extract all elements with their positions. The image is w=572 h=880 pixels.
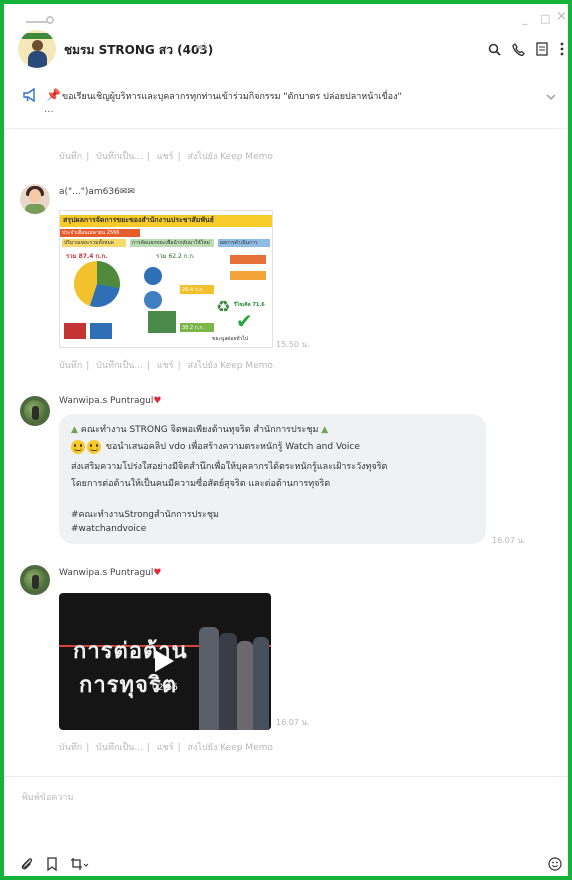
infographic-col3: ผลการดำเนินการ: [218, 239, 270, 247]
leaf-icon: ▲: [321, 425, 329, 435]
chat-header: ชมรม STRONG สว (403) ◄): [4, 26, 568, 78]
text-message-bubble[interactable]: ▲ คณะทำงาน STRONG จิตพอเพียงต้านทุจริต ส…: [59, 414, 486, 544]
drag-handle-icon[interactable]: [46, 16, 54, 24]
video-message[interactable]: การต่อต้าน การทุจริต 02:55: [59, 593, 271, 730]
hashtag[interactable]: #คณะทำงานStrongสำนักการประชุม: [71, 507, 219, 521]
group-avatar[interactable]: [18, 30, 56, 68]
pie-chart-graphic: [74, 261, 120, 307]
chevron-down-icon[interactable]: [546, 90, 556, 103]
action-keep-memo[interactable]: ส่งไปยัง Keep Memo: [188, 743, 273, 753]
avatar[interactable]: [20, 396, 50, 426]
infographic-value2: 38.2 ก.ก.: [180, 323, 214, 332]
action-save[interactable]: บันทึก: [59, 743, 82, 753]
infographic-subtitle: ประจำเดือนเมษายน 2566: [60, 229, 140, 237]
action-keep-memo[interactable]: ส่งไปยัง Keep Memo: [188, 152, 273, 162]
notes-icon[interactable]: [534, 41, 550, 57]
paperclip-icon[interactable]: [20, 857, 34, 875]
checkmark-icon: ✔: [236, 309, 253, 333]
speaker-muted-icon: ◄): [194, 40, 207, 53]
sender-name[interactable]: Wanwipa.s Puntragul♥: [59, 568, 161, 578]
action-share[interactable]: แชร์: [157, 743, 174, 753]
infographic-blue-tag: [90, 323, 112, 339]
action-share[interactable]: แชร์: [157, 152, 174, 162]
avatar[interactable]: [20, 184, 50, 214]
maximize-button[interactable]: □: [540, 12, 550, 25]
smile-emoji-icon: [71, 439, 85, 454]
image-message[interactable]: สรุปผลการจัดการขยะของสำนักงานประชาสัมพัน…: [59, 210, 273, 348]
infographic-recycle-label: รีไซเคิล 71.6: [234, 302, 265, 308]
recycle-icon: ♻: [216, 297, 231, 316]
pin-icon: 📌: [46, 88, 61, 102]
phone-icon[interactable]: [510, 41, 526, 57]
group-name[interactable]: ชมรม STRONG สว (403): [64, 41, 213, 60]
smile-emoji-icon: [87, 439, 101, 454]
emoji-icon[interactable]: [548, 857, 562, 875]
message-actions: บันทึก | บันทึกเป็น... | แชร์ | ส่งไปยัง Ke…: [59, 361, 273, 371]
message-line: ส่งเสริมความโปร่งใสอย่างมีจิตสำนึกเพื่อใ…: [71, 462, 388, 472]
infographic-orange-box: [230, 255, 266, 264]
title-bar: _ □ ×: [4, 4, 568, 26]
announcement-text[interactable]: ขอเรียนเชิญผู้บริหารและบุคลากรทุกท่านเข้…: [62, 89, 402, 103]
message-line: ▲ คณะทำงาน STRONG จิตพอเพียงต้านทุจริต ส…: [71, 425, 329, 435]
message-line: ขอนำเสนอคลิป vdo เพื่อสร้างความตระหนักรู…: [71, 439, 360, 454]
megaphone-icon: [22, 87, 38, 106]
message-composer[interactable]: พิมพ์ข้อความ: [4, 776, 568, 876]
heart-icon: ♥: [153, 396, 162, 406]
close-button[interactable]: ×: [556, 9, 567, 24]
action-save-as[interactable]: บันทึกเป็น...: [96, 743, 143, 753]
play-icon[interactable]: [155, 650, 174, 672]
infographic-amount-recycle: รวม 62.2 ก.ก.: [156, 253, 195, 260]
person-figure: [199, 627, 219, 730]
crop-icon[interactable]: [70, 857, 90, 875]
infographic-value1: 26.4 ก.ก.: [180, 285, 214, 294]
video-duration: 02:55: [152, 683, 178, 693]
sender-name[interactable]: a("...")am636✉✉: [59, 187, 135, 197]
message-line: โดยการต่อต้านให้เป็นคนมีความซื่อสัตย์สุจ…: [71, 479, 331, 489]
announcement-bar[interactable]: 📌 ขอเรียนเชิญผู้บริหารและบุคลากรทุกท่านเ…: [4, 78, 568, 129]
avatar[interactable]: [20, 565, 50, 595]
infographic-col1: ปริมาณขยะรวมทั้งหมด: [62, 239, 126, 247]
message-actions: บันทึก | บันทึกเป็น... | แชร์ | ส่งไปยัง Ke…: [59, 743, 273, 753]
person-figure: [237, 641, 253, 730]
message-time: 15.50 น.: [276, 340, 310, 349]
chat-window: _ □ × ชมรม STRONG สว (403) ◄) 📌 ขอเรียนเ…: [0, 0, 572, 880]
heart-icon: ♥: [153, 568, 162, 578]
infographic-amount-total: รวม 87.4 ก.ก.: [66, 253, 108, 260]
bookmark-icon[interactable]: [46, 857, 58, 875]
infographic-orange-box: [230, 271, 266, 280]
infographic-footer: ขยะมูลฝอยทั่วไป: [212, 336, 249, 342]
photo-thumbnail: [148, 311, 176, 333]
sender-name[interactable]: Wanwipa.s Puntragul♥: [59, 396, 161, 406]
search-icon[interactable]: [486, 41, 502, 57]
person-figure: [219, 633, 237, 730]
minimize-button[interactable]: _: [522, 12, 528, 25]
action-share[interactable]: แชร์: [157, 361, 174, 371]
infographic-title: สรุปผลการจัดการขยะของสำนักงานประชาสัมพัน…: [60, 215, 272, 227]
action-keep-memo[interactable]: ส่งไปยัง Keep Memo: [188, 361, 273, 371]
drag-handle-line[interactable]: [26, 21, 48, 23]
hashtag[interactable]: #watchandvoice: [71, 524, 146, 534]
bottle-circle-icon: [144, 291, 162, 309]
message-input[interactable]: พิมพ์ข้อความ: [22, 790, 73, 804]
recycle-circle-icon: [144, 267, 162, 285]
message-actions: บันทึก | บันทึกเป็น... | แชร์ | ส่งไปยัง Ke…: [59, 152, 273, 162]
person-figure: [253, 637, 269, 730]
message-time: 16.07 น.: [492, 536, 526, 545]
action-save-as[interactable]: บันทึกเป็น...: [96, 361, 143, 371]
leaf-icon: ▲: [71, 425, 78, 435]
infographic-red-tag: [64, 323, 86, 339]
action-save-as[interactable]: บันทึกเป็น...: [96, 152, 143, 162]
action-save[interactable]: บันทึก: [59, 152, 82, 162]
announcement-more: ...: [44, 104, 54, 115]
message-time: 16.07 น.: [276, 718, 310, 727]
action-save[interactable]: บันทึก: [59, 361, 82, 371]
more-icon[interactable]: [554, 41, 568, 57]
infographic-col2: การคัดแยกขยะเพื่อนำกลับมาใช้ใหม่: [130, 239, 214, 247]
